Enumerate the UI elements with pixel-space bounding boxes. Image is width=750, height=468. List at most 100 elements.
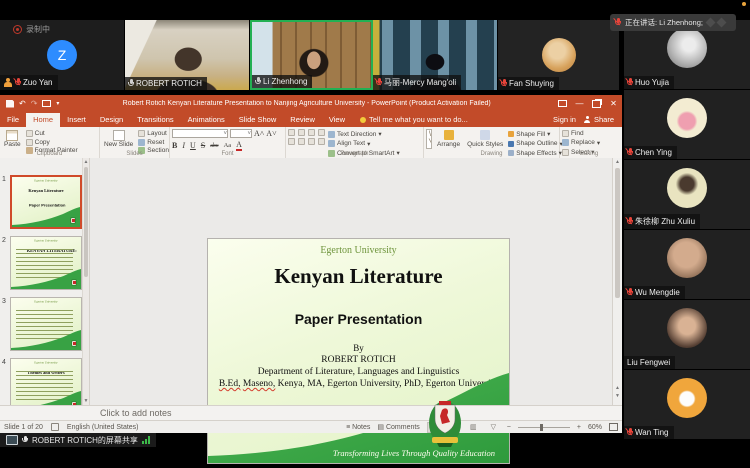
arrange-button[interactable]: Arrange: [435, 129, 462, 149]
participant-name-label: Wu Mengdie: [624, 286, 685, 299]
tab-transitions[interactable]: Transitions: [130, 113, 180, 127]
video-tile[interactable]: Wan Ting: [624, 370, 750, 440]
notes-toggle[interactable]: ≡ Notes: [346, 424, 370, 431]
reset-button[interactable]: Reset: [138, 139, 169, 146]
slide-title: Kenyan Literature: [208, 264, 509, 289]
shadow-button[interactable]: abc: [210, 143, 218, 149]
paste-button[interactable]: Paste: [2, 129, 23, 149]
powerpoint-window: ↶ ↷ ▾ Robert Rotich Kenyan Literature Pr…: [0, 95, 622, 433]
align-text-button[interactable]: Align Text ▾: [328, 140, 400, 148]
sign-in-link[interactable]: Sign in: [553, 115, 576, 124]
mic-icon: [128, 79, 134, 88]
find-button[interactable]: Find: [562, 130, 616, 137]
shape-outline-button[interactable]: Shape Outline ▾: [508, 140, 562, 148]
slide-thumbnail[interactable]: Egerton UniversityKenyan LiteraturePaper…: [10, 175, 82, 229]
notes-pane[interactable]: Click to add notes: [0, 405, 622, 420]
video-tile[interactable]: Li Zhenhong: [250, 20, 373, 90]
underline-button[interactable]: U: [190, 141, 196, 150]
spellcheck-icon[interactable]: [51, 423, 59, 431]
tab-design[interactable]: Design: [93, 113, 130, 127]
avatar: [667, 378, 707, 418]
text-direction-button[interactable]: Text Direction ▾: [328, 130, 400, 138]
slideshow-icon[interactable]: [42, 100, 51, 107]
bold-button[interactable]: B: [172, 141, 177, 150]
slide-subtitle: Paper Presentation: [208, 311, 509, 327]
shape-fill-button[interactable]: Shape Fill ▾: [508, 130, 562, 138]
avatar: [542, 38, 576, 72]
minimize-button[interactable]: —: [571, 95, 588, 112]
comments-toggle[interactable]: ▤ Comments: [377, 423, 419, 431]
grow-font-button[interactable]: A˄: [254, 129, 264, 138]
tell-me-box[interactable]: Tell me what you want to do...: [352, 115, 476, 127]
tab-file[interactable]: File: [0, 113, 26, 127]
tab-home[interactable]: Home: [26, 113, 60, 127]
bullets-icon[interactable]: [288, 129, 295, 136]
previous-slide-button[interactable]: ▲: [613, 385, 622, 391]
ribbon-options-button[interactable]: [554, 95, 571, 112]
undo-icon[interactable]: ↶: [19, 100, 26, 108]
thumbnail-scrollbar[interactable]: ▲ ▼: [82, 158, 89, 405]
numbering-icon[interactable]: [298, 129, 305, 136]
shrink-font-button[interactable]: A˅: [266, 129, 276, 138]
indent-increase-icon[interactable]: [318, 129, 325, 136]
tab-view[interactable]: View: [322, 113, 352, 127]
font-color-button[interactable]: A: [236, 140, 242, 151]
tab-animations[interactable]: Animations: [181, 113, 232, 127]
shapes-gallery[interactable]: \ ╲ □ ○ ▭ △ ▽ ◇ ☆ ( ): [426, 129, 432, 149]
zoom-slider[interactable]: [518, 427, 570, 428]
video-tile[interactable]: ROBERT ROTICH: [125, 20, 250, 90]
redo-icon[interactable]: ↷: [31, 100, 38, 108]
share-button[interactable]: Share: [584, 115, 614, 124]
layout-button[interactable]: Layout: [138, 130, 169, 137]
strikethrough-button[interactable]: S: [201, 141, 205, 150]
change-case-button[interactable]: Aa: [224, 142, 232, 149]
video-tile[interactable]: Fan Shuying: [498, 20, 620, 90]
restore-button[interactable]: [588, 95, 605, 112]
tab-insert[interactable]: Insert: [60, 113, 93, 127]
slide-thumbnail[interactable]: Egerton UniversityKENYAN LITERATURE:: [10, 236, 82, 290]
slide-thumbnail[interactable]: Egerton University: [10, 297, 82, 351]
font-name-select[interactable]: ˅: [172, 129, 228, 138]
avatar: Z: [47, 40, 77, 70]
cut-button[interactable]: Cut: [26, 130, 78, 137]
zoom-percent[interactable]: 60%: [588, 424, 602, 431]
quick-styles-button[interactable]: Quick Styles: [465, 129, 505, 149]
slideshow-button[interactable]: ▽: [487, 422, 500, 433]
slide-header: Egerton University: [208, 245, 509, 256]
tab-slide-show[interactable]: Slide Show: [232, 113, 284, 127]
canvas-scrollbar[interactable]: ▲ ▲ ▼: [612, 158, 622, 405]
video-tile[interactable]: 马丽-Mercy Mang'oli: [373, 20, 498, 90]
font-size-select[interactable]: ˅: [230, 129, 252, 138]
zoom-in-button[interactable]: +: [577, 424, 581, 431]
save-icon[interactable]: [6, 100, 14, 108]
participant-name: 马丽-Mercy Mang'oli: [384, 77, 456, 88]
align-left-icon[interactable]: [288, 138, 295, 145]
replace-button[interactable]: Replace ▾: [562, 139, 616, 147]
close-button[interactable]: ✕: [605, 95, 622, 112]
reading-view-button[interactable]: ▥: [467, 422, 480, 433]
justify-icon[interactable]: [318, 138, 325, 145]
video-tile[interactable]: Wu Mengdie: [624, 230, 750, 300]
mic-icon: [22, 436, 28, 445]
university-crest: [427, 397, 463, 449]
slide-thumbnail[interactable]: Egerton UniversityThemes and writers: [10, 358, 82, 405]
align-right-icon[interactable]: [308, 138, 315, 145]
zoom-out-button[interactable]: −: [507, 424, 511, 431]
muted-mic-icon: [627, 78, 633, 87]
video-tile[interactable]: Liu Fengwei: [624, 300, 750, 370]
muted-mic-icon: [627, 148, 633, 157]
video-tile[interactable]: Chen Ying: [624, 90, 750, 160]
italic-button[interactable]: I: [182, 141, 185, 150]
window-title: Robert Rotich Kenyan Literature Presenta…: [59, 100, 554, 107]
copy-button[interactable]: Copy: [26, 139, 78, 146]
language-status[interactable]: English (United States): [67, 424, 139, 431]
slide-motto: Transforming Lives Through Quality Educa…: [208, 448, 495, 458]
new-slide-button[interactable]: New Slide: [102, 129, 135, 149]
indent-decrease-icon[interactable]: [308, 129, 315, 136]
crest-icon: [71, 279, 77, 286]
align-center-icon[interactable]: [298, 138, 305, 145]
tab-review[interactable]: Review: [283, 113, 322, 127]
video-tile[interactable]: 朱徐柳 Zhu Xuliu: [624, 160, 750, 230]
next-slide-button[interactable]: ▼: [613, 393, 622, 399]
fit-slide-button[interactable]: [609, 423, 618, 431]
